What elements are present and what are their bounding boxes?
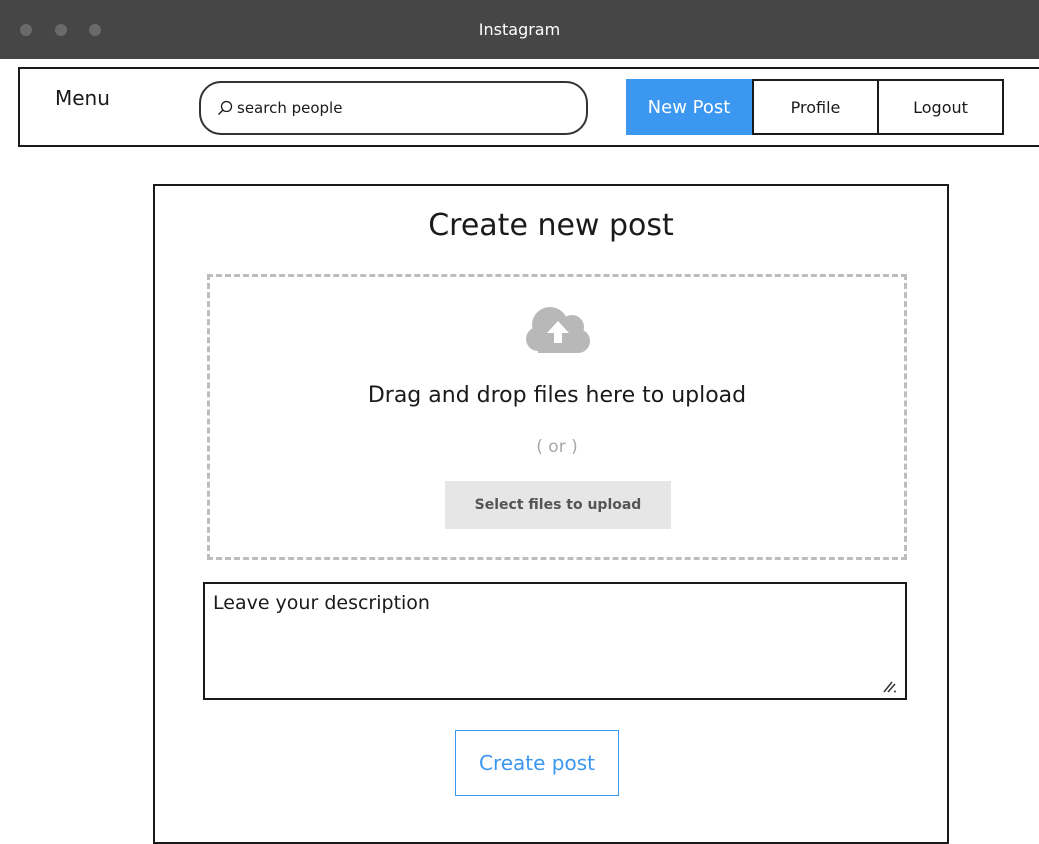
top-navbar: Menu New Post Profile Logout [18,67,1039,147]
select-files-button[interactable]: Select files to upload [445,481,671,529]
page-title: Create new post [428,208,674,243]
dropzone-instruction: Drag and drop files here to upload [367,383,747,408]
profile-button[interactable]: Profile [752,79,879,135]
create-post-button[interactable]: Create post [455,730,619,796]
window-title: Instagram [478,20,561,39]
description-textarea[interactable]: Leave your description [203,582,907,700]
menu-button[interactable]: Menu [55,86,110,110]
create-post-card: Create new post Drag and drop files here… [153,184,949,844]
resize-handle-icon[interactable] [881,676,897,693]
search-input[interactable] [237,99,567,117]
new-post-button[interactable]: New Post [626,79,752,135]
description-placeholder: Leave your description [213,592,430,614]
window-titlebar: Instagram [0,0,1039,59]
file-dropzone[interactable]: Drag and drop files here to upload ( or … [207,274,907,560]
logout-button[interactable]: Logout [877,79,1004,135]
search-bar[interactable] [199,81,588,135]
search-icon [217,100,233,116]
dropzone-or-label: ( or ) [536,437,578,457]
cloud-upload-icon [522,301,594,355]
